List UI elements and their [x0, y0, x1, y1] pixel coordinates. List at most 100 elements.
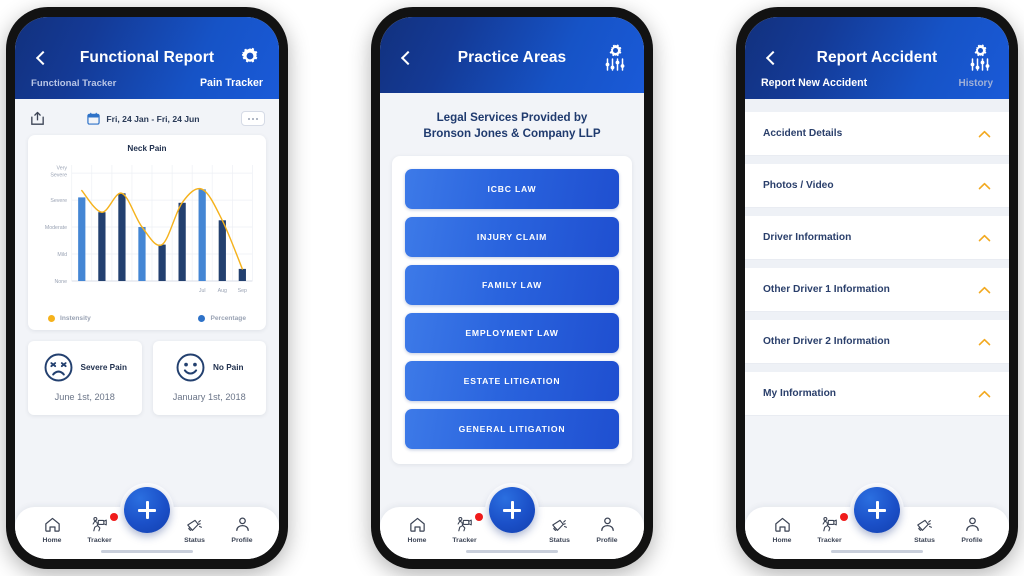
nav-item-tracker[interactable]: Tracker	[807, 513, 853, 544]
chevron-left-icon[interactable]	[33, 50, 49, 66]
accordion-label: Other Driver 2 Information	[763, 336, 890, 347]
gear-sliders-icon[interactable]	[602, 43, 628, 73]
share-icon[interactable]	[29, 110, 46, 127]
megaphone-icon	[915, 515, 934, 534]
pain-card-date: June 1st, 2018	[54, 392, 115, 402]
chevron-up-icon[interactable]	[978, 229, 991, 247]
chevron-left-icon[interactable]	[763, 50, 779, 66]
tab-functional-tracker[interactable]: Functional Tracker	[31, 78, 116, 89]
accordion-item-other-driver-2-information[interactable]: Other Driver 2 Information	[745, 320, 1009, 364]
nav-item-status[interactable]: Status	[537, 515, 583, 544]
tab-report-new-accident[interactable]: Report New Accident	[761, 77, 867, 89]
accordion-item-photos-video[interactable]: Photos / Video	[745, 164, 1009, 208]
accordion-item-accident-details[interactable]: Accident Details	[745, 112, 1009, 156]
phone-3-header: Report Accident Report New Accident Hist…	[745, 17, 1009, 99]
tab-history[interactable]: History	[959, 78, 993, 89]
nav-label: Tracker	[87, 537, 112, 544]
nav-item-profile[interactable]: Profile	[584, 515, 630, 544]
accordion-item-driver-information[interactable]: Driver Information	[745, 216, 1009, 260]
svg-text:Jul: Jul	[199, 288, 206, 294]
pain-card-none[interactable]: No Pain January 1st, 2018	[152, 341, 266, 415]
bottom-nav-phone-1: Home Tracker Status Profile	[15, 487, 279, 559]
accordion-top-spacer	[745, 99, 1009, 112]
megaphone-icon	[550, 515, 569, 534]
nav-item-home[interactable]: Home	[29, 515, 75, 544]
svg-text:Aug: Aug	[218, 288, 227, 294]
chevron-up-icon	[978, 338, 991, 345]
nav-item-tracker[interactable]: Tracker	[77, 513, 123, 544]
bottom-nav-phone-3: Home Tracker Status Profile	[745, 487, 1009, 559]
pain-card-date: January 1st, 2018	[172, 392, 246, 402]
chevron-up-icon[interactable]	[978, 281, 991, 299]
page-title: Functional Report	[79, 49, 215, 66]
chevron-up-icon[interactable]	[978, 177, 991, 195]
nav-item-home[interactable]: Home	[394, 515, 440, 544]
chevron-left-icon[interactable]	[398, 50, 414, 66]
nav-label: Home	[772, 537, 792, 544]
home-icon	[773, 515, 792, 534]
nav-item-status[interactable]: Status	[172, 515, 218, 544]
chevron-up-icon[interactable]	[978, 125, 991, 143]
pain-card-label: Severe Pain	[80, 363, 127, 372]
accordion-divider	[745, 364, 1009, 372]
nav-item-home[interactable]: Home	[759, 515, 805, 544]
notification-badge	[109, 513, 118, 521]
page-title: Practice Areas	[457, 49, 567, 66]
date-range-label: Fri, 24 Jan - Fri, 24 Jun	[106, 113, 200, 124]
add-button[interactable]	[854, 487, 900, 533]
practice-area-button-general-litigation[interactable]: GENERAL LITIGATION	[405, 409, 619, 450]
legend-dot-intensity	[48, 315, 55, 322]
chevron-up-icon	[978, 182, 991, 189]
gear-icon[interactable]	[237, 43, 263, 73]
svg-text:Severe: Severe	[50, 172, 67, 178]
severe-pain-face-icon	[43, 352, 74, 383]
legend-label-percentage: Percentage	[210, 315, 246, 322]
nav-item-profile[interactable]: Profile	[949, 515, 995, 544]
nav-item-profile[interactable]: Profile	[219, 515, 265, 544]
chevron-up-icon[interactable]	[978, 385, 991, 403]
three-phone-mockup: Functional Report Functional Tracker Pai…	[0, 0, 1024, 576]
notification-badge	[839, 513, 848, 521]
nav-item-status[interactable]: Status	[902, 515, 948, 544]
tab-pain-tracker[interactable]: Pain Tracker	[200, 77, 263, 89]
legend-item-percentage: Percentage	[198, 315, 246, 322]
add-button[interactable]	[489, 487, 535, 533]
pain-card-severe[interactable]: Severe Pain June 1st, 2018	[28, 341, 142, 415]
plus-icon	[503, 501, 521, 519]
more-dots-icon[interactable]	[240, 111, 265, 126]
plus-icon	[868, 501, 886, 519]
nav-label: Profile	[231, 537, 253, 544]
phone-1-screen: Functional Report Functional Tracker Pai…	[15, 17, 279, 559]
tracker-icon	[820, 515, 839, 534]
practice-area-button-injury-claim[interactable]: INJURY CLAIM	[405, 217, 619, 258]
nav-label: Status	[184, 537, 205, 544]
chart-legend: Instensity Percentage	[36, 309, 258, 324]
chevron-up-icon	[978, 130, 991, 137]
practice-area-button-icbc-law[interactable]: ICBC LAW	[405, 169, 619, 210]
megaphone-icon	[185, 515, 204, 534]
pain-summary-cards: Severe Pain June 1st, 2018 No Pain Janua…	[28, 341, 266, 415]
chevron-up-icon[interactable]	[978, 333, 991, 351]
phone-2-header: Practice Areas	[380, 17, 644, 93]
legend-item-intensity: Instensity	[48, 315, 91, 322]
gear-sliders-icon[interactable]	[967, 43, 993, 73]
accordion-label: My Information	[763, 388, 837, 399]
practice-area-button-estate-litigation[interactable]: ESTATE LITIGATION	[405, 361, 619, 402]
practice-area-button-family-law[interactable]: FAMILY LAW	[405, 265, 619, 306]
practice-area-button-employment-law[interactable]: EMPLOYMENT LAW	[405, 313, 619, 354]
accordion-item-my-information[interactable]: My Information	[745, 372, 1009, 416]
accordion-divider	[745, 260, 1009, 268]
page-title: Report Accident	[816, 49, 938, 66]
accordion-item-other-driver-1-information[interactable]: Other Driver 1 Information	[745, 268, 1009, 312]
nav-label: Home	[42, 537, 62, 544]
home-icon	[408, 515, 427, 534]
nav-label: Status	[549, 537, 570, 544]
home-indicator	[466, 549, 558, 553]
accordion-list: Accident Details Photos / Video Driver Inf…	[745, 112, 1009, 416]
accordion-label: Other Driver 1 Information	[763, 284, 890, 295]
nav-item-tracker[interactable]: Tracker	[442, 513, 488, 544]
date-range-selector[interactable]: Fri, 24 Jan - Fri, 24 Jun	[87, 112, 200, 125]
phone-2-body: Legal Services Provided by Bronson Jones…	[380, 93, 644, 559]
add-button[interactable]	[124, 487, 170, 533]
phone-1-functional-report: Functional Report Functional Tracker Pai…	[6, 7, 288, 569]
